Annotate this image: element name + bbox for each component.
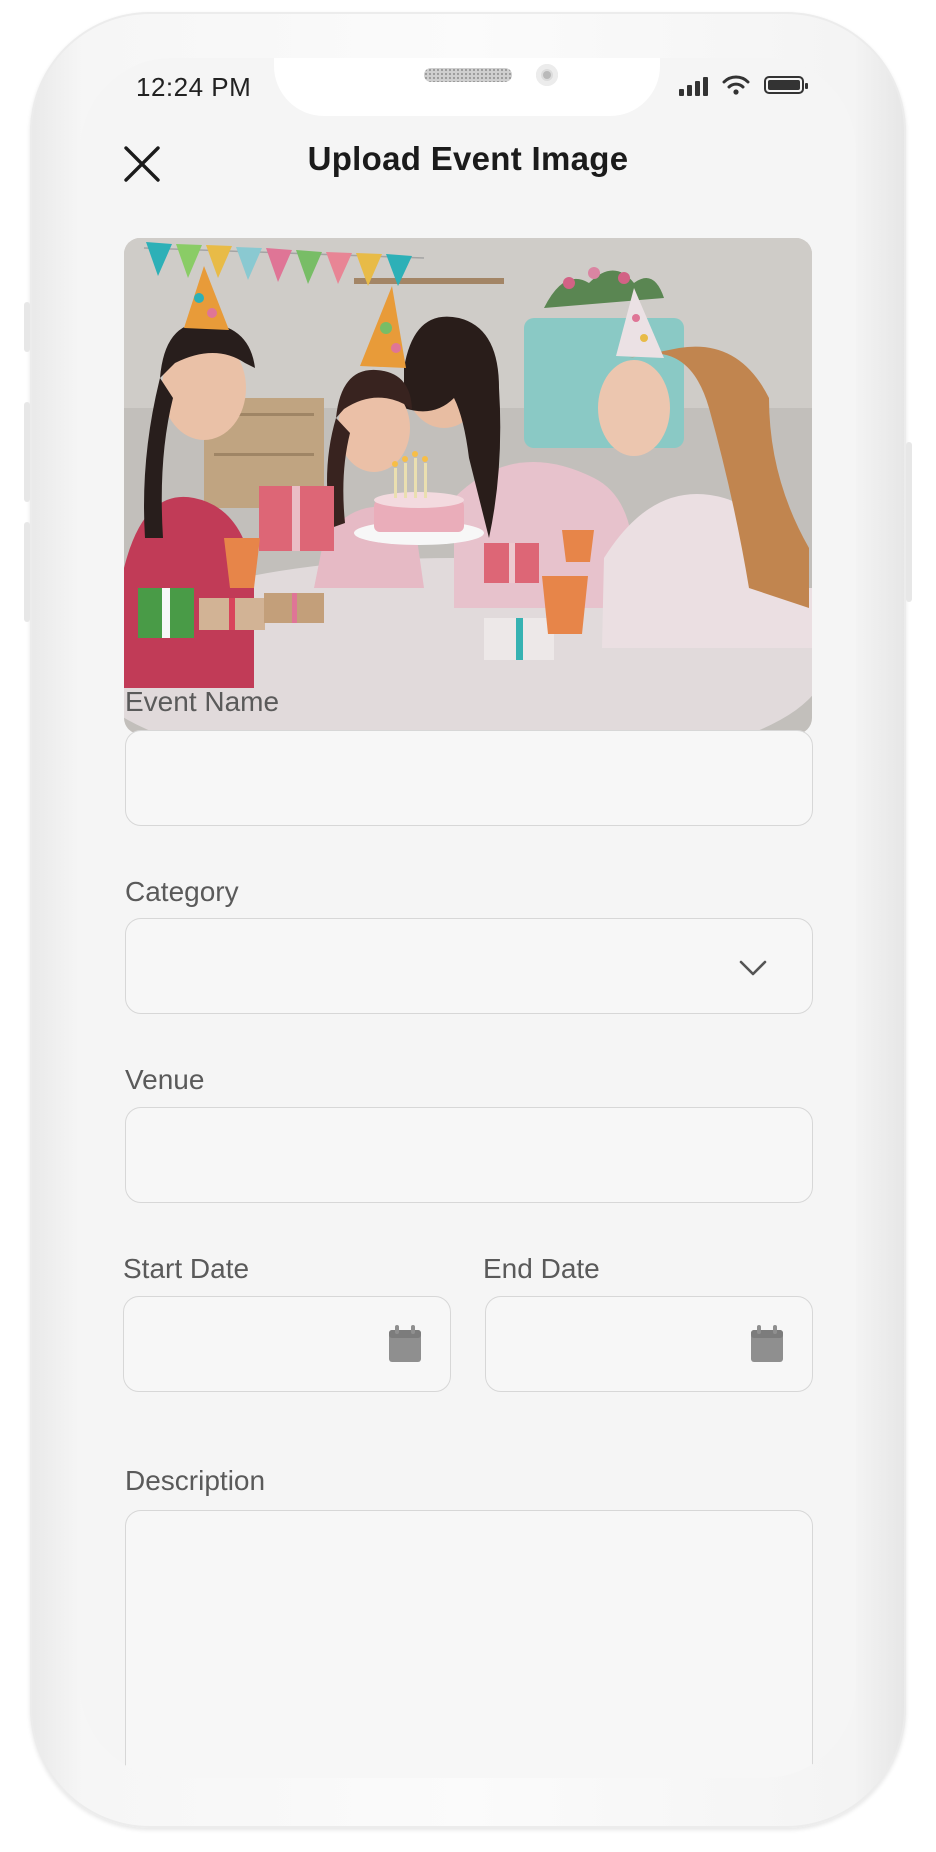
- start-date-label: Start Date: [123, 1253, 250, 1284]
- start-date-field[interactable]: [123, 1296, 451, 1392]
- description-label: Description: [125, 1465, 266, 1496]
- calendar-icon[interactable]: [750, 1325, 784, 1363]
- venue-label: Venue: [125, 1064, 205, 1095]
- volume-down-button: [24, 522, 30, 622]
- volume-up-button: [24, 402, 30, 502]
- signal-icon: [679, 74, 708, 96]
- event-name-label: Event Name: [125, 686, 280, 717]
- speaker-grille: [424, 68, 512, 82]
- app-screen: 12:24 PM Upload Event Image Event Name C…: [80, 58, 856, 1778]
- end-date-label: End Date: [483, 1253, 600, 1284]
- venue-field[interactable]: [125, 1107, 813, 1203]
- category-label: Category: [125, 876, 239, 907]
- party-photo: [124, 238, 812, 734]
- event-name-input[interactable]: [126, 731, 812, 825]
- event-image-preview[interactable]: [124, 238, 812, 734]
- status-time: 12:24 PM: [136, 72, 252, 102]
- battery-icon: [764, 76, 808, 94]
- power-button: [906, 442, 912, 602]
- venue-input[interactable]: [126, 1108, 812, 1202]
- chevron-down-icon: [739, 960, 767, 976]
- front-camera: [536, 64, 558, 86]
- status-icons: [679, 74, 808, 96]
- page-title: Upload Event Image: [307, 140, 629, 177]
- category-select[interactable]: [125, 918, 813, 1014]
- mute-switch: [24, 302, 30, 352]
- end-date-field[interactable]: [485, 1296, 813, 1392]
- wifi-icon: [722, 75, 750, 95]
- notch: [274, 58, 660, 116]
- description-textarea[interactable]: [126, 1511, 812, 1778]
- description-field[interactable]: [125, 1510, 813, 1778]
- calendar-icon[interactable]: [388, 1325, 422, 1363]
- event-name-field[interactable]: [125, 730, 813, 826]
